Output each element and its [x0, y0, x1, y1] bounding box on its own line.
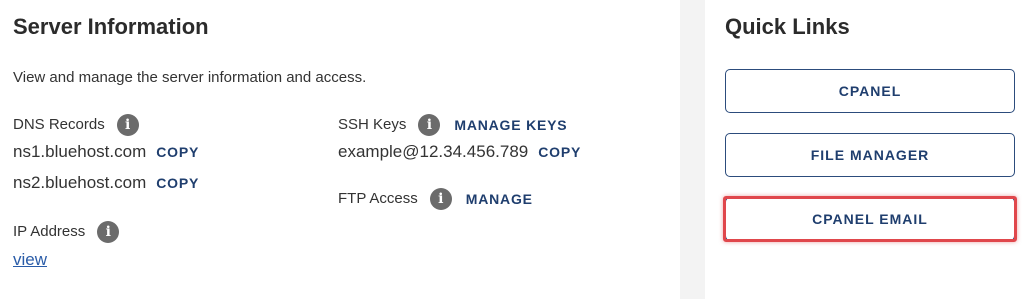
cpanel-email-button[interactable]: CPANEL EMAIL [725, 197, 1015, 241]
server-information-panel: Server Information View and manage the s… [0, 0, 680, 299]
ssh-info-icon[interactable]: i [418, 114, 441, 136]
ssh-keys-label-row: SSH Keys i MANAGE KEYS [338, 114, 567, 136]
manage-ftp-button[interactable]: MANAGE [466, 189, 533, 209]
copy-ns1-button[interactable]: COPY [156, 141, 199, 163]
dns-records-label: DNS Records [13, 116, 105, 133]
server-information-description: View and manage the server information a… [13, 69, 367, 86]
ftp-access-label-row: FTP Access i MANAGE [338, 188, 533, 210]
ssh-keys-label: SSH Keys [338, 116, 407, 133]
quick-links-panel: Quick Links CPANEL FILE MANAGER CPANEL E… [705, 0, 1024, 299]
ssh-key-value: example@12.34.456.789 [338, 142, 529, 161]
ip-info-icon[interactable]: i [97, 221, 120, 243]
ftp-access-label: FTP Access [338, 190, 418, 207]
copy-ns2-button[interactable]: COPY [156, 172, 199, 194]
manage-keys-button[interactable]: MANAGE KEYS [454, 115, 567, 135]
file-manager-button[interactable]: FILE MANAGER [725, 133, 1015, 177]
dns-records-label-row: DNS Records i [13, 114, 139, 136]
view-ip-link[interactable]: view [13, 250, 47, 270]
ssh-key-row: example@12.34.456.789 COPY [338, 141, 581, 163]
dns-info-icon[interactable]: i [116, 114, 139, 136]
server-information-title: Server Information [13, 14, 209, 39]
dns-record-row: ns2.bluehost.com COPY [13, 172, 199, 194]
ftp-info-icon[interactable]: i [429, 188, 452, 210]
dns-record-row: ns1.bluehost.com COPY [13, 141, 199, 163]
ip-address-label-row: IP Address i [13, 221, 120, 243]
quick-links-title: Quick Links [725, 14, 850, 39]
panel-divider [680, 0, 705, 299]
dns-record-value: ns2.bluehost.com [13, 173, 147, 192]
ip-address-label: IP Address [13, 223, 86, 240]
dns-record-value: ns1.bluehost.com [13, 142, 147, 161]
cpanel-button[interactable]: CPANEL [725, 69, 1015, 113]
copy-ssh-button[interactable]: COPY [538, 141, 581, 163]
